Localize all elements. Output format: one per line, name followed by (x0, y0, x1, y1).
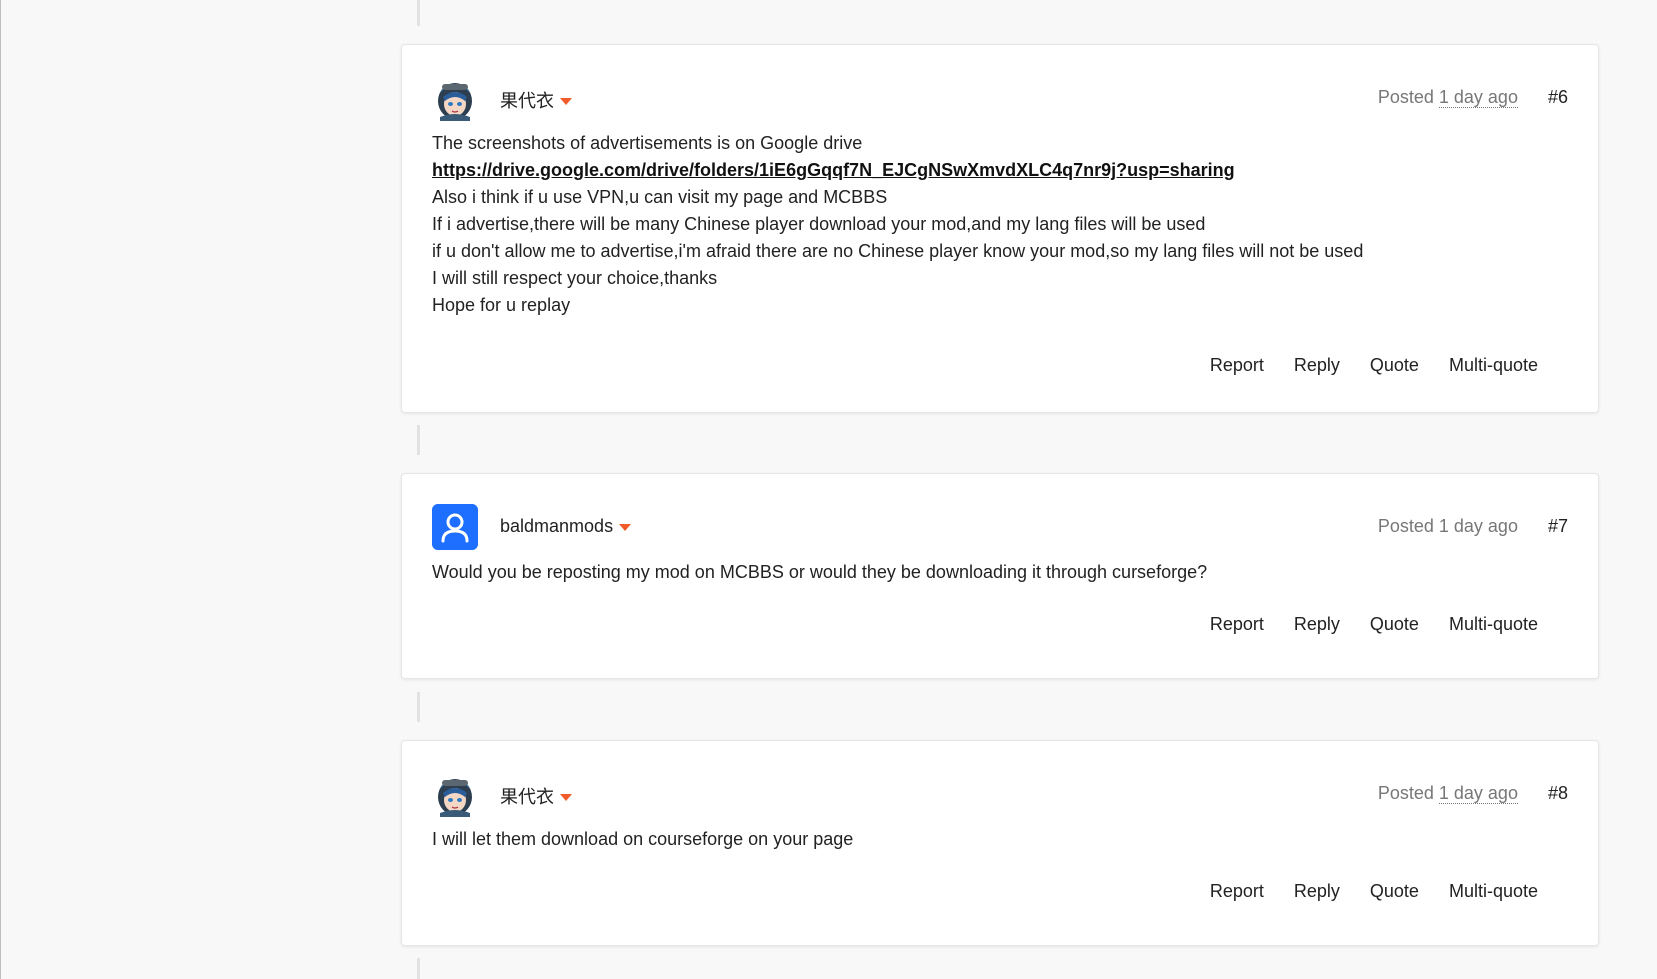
author-name[interactable]: 果代衣 (500, 783, 572, 809)
post-content: I will let them download on courseforge … (432, 826, 1568, 853)
content-line: Would you be reposting my mod on MCBBS o… (432, 562, 1208, 582)
default-user-icon (432, 504, 478, 550)
content-line: I will still respect your choice,thanks (432, 268, 718, 288)
caret-down-icon[interactable] (619, 524, 632, 531)
post-number[interactable]: #7 (1548, 516, 1568, 537)
author-name[interactable]: baldmanmods (500, 516, 632, 537)
avatar[interactable] (432, 504, 478, 550)
thread-connector (417, 958, 420, 979)
posted-label: Posted (1377, 516, 1434, 536)
thread-connector (417, 425, 420, 455)
post-actions: Report Reply Quote Multi-quote (1180, 355, 1538, 376)
quote-button[interactable]: Quote (1370, 881, 1419, 902)
reply-button[interactable]: Reply (1294, 355, 1340, 376)
report-button[interactable]: Report (1210, 881, 1264, 902)
post-header: 果代衣 Posted 1 day ago #8 (432, 771, 1568, 817)
post-header: baldmanmods Posted 1 day ago #7 (432, 504, 1568, 550)
post-time[interactable]: 1 day ago (1438, 783, 1518, 804)
content-line: If i advertise,there will be many Chines… (432, 214, 1206, 234)
post-actions: Report Reply Quote Multi-quote (1180, 614, 1538, 635)
content-line: The screenshots of advertisements is on … (432, 133, 863, 153)
report-button[interactable]: Report (1210, 355, 1264, 376)
anime-avatar-icon (432, 75, 478, 121)
multi-quote-button[interactable]: Multi-quote (1449, 355, 1538, 376)
avatar[interactable] (432, 771, 478, 817)
post-header: 果代衣 Posted 1 day ago #6 (432, 75, 1568, 121)
anime-avatar-icon (432, 771, 478, 817)
post-content: The screenshots of advertisements is on … (432, 130, 1568, 319)
multi-quote-button[interactable]: Multi-quote (1449, 881, 1538, 902)
post-meta: Posted 1 day ago #7 (1378, 516, 1568, 537)
thread-connector (417, 692, 420, 722)
post-card: 果代衣 Posted 1 day ago #6 The screenshots … (401, 44, 1599, 413)
reply-button[interactable]: Reply (1294, 881, 1340, 902)
caret-down-icon[interactable] (560, 793, 572, 801)
content-line: Also i think if u use VPN,u can visit my… (432, 187, 888, 207)
avatar[interactable] (432, 75, 478, 121)
content-line: if u don't allow me to advertise,i'm afr… (432, 241, 1364, 261)
content-line: Hope for u replay (432, 295, 571, 315)
post-content: Would you be reposting my mod on MCBBS o… (432, 559, 1568, 586)
author-name[interactable]: 果代衣 (500, 87, 572, 113)
post-time[interactable]: 1 day ago (1439, 516, 1518, 537)
post-meta: Posted 1 day ago #6 (1378, 87, 1568, 108)
post-meta: Posted 1 day ago #8 (1378, 783, 1568, 804)
post-card: baldmanmods Posted 1 day ago #7 Would yo… (401, 473, 1599, 679)
post-number[interactable]: #8 (1548, 783, 1568, 804)
quote-button[interactable]: Quote (1370, 614, 1419, 635)
caret-down-icon[interactable] (560, 97, 572, 105)
posted-label: Posted (1377, 87, 1434, 107)
author-link[interactable]: 果代衣 (500, 87, 554, 113)
post-time[interactable]: 1 day ago (1438, 87, 1518, 108)
post-actions: Report Reply Quote Multi-quote (1180, 881, 1538, 902)
multi-quote-button[interactable]: Multi-quote (1449, 614, 1538, 635)
reply-button[interactable]: Reply (1294, 614, 1340, 635)
post-number[interactable]: #6 (1548, 87, 1568, 108)
drive-link[interactable]: https://drive.google.com/drive/folders/1… (432, 160, 1235, 180)
thread-connector (417, 0, 420, 26)
report-button[interactable]: Report (1210, 614, 1264, 635)
post-card: 果代衣 Posted 1 day ago #8 I will let them … (401, 740, 1599, 946)
quote-button[interactable]: Quote (1370, 355, 1419, 376)
thread-page: 果代衣 Posted 1 day ago #6 The screenshots … (0, 0, 1657, 979)
posted-label: Posted (1377, 783, 1434, 803)
content-line: I will let them download on courseforge … (432, 829, 854, 849)
author-link[interactable]: 果代衣 (500, 783, 554, 809)
author-link[interactable]: baldmanmods (500, 516, 613, 537)
